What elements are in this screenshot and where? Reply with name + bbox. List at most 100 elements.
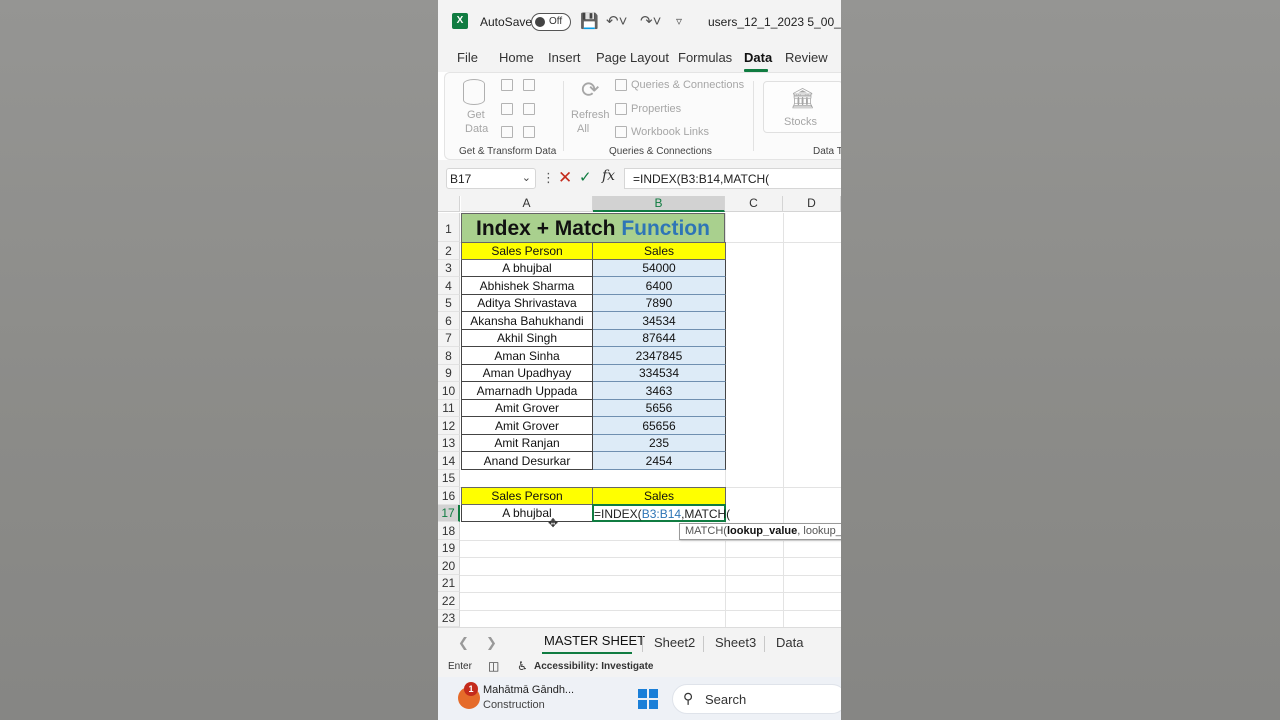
queries-connections-button[interactable]: Queries & Connections [631, 79, 744, 91]
row-header[interactable]: 18 [438, 522, 460, 540]
queries-icon[interactable] [615, 79, 627, 91]
customize-toolbar-icon[interactable]: ▿ [676, 14, 682, 28]
cell-name[interactable]: Aman Upadhyay [461, 365, 593, 382]
from-web-icon[interactable] [501, 103, 513, 115]
row-header[interactable]: 19 [438, 540, 460, 557]
cell-sales[interactable]: 2454 [593, 452, 726, 470]
cell-sales[interactable]: 54000 [593, 260, 726, 277]
get-data-label-2[interactable]: Data [465, 123, 488, 135]
chevron-left-icon[interactable]: ❮ [458, 635, 469, 651]
row-header-selected[interactable]: 17 [438, 505, 460, 522]
row-header[interactable]: 12 [438, 417, 460, 435]
existing-connections-icon[interactable] [523, 103, 535, 115]
column-header-c[interactable]: C [725, 196, 783, 212]
cell-sales[interactable]: 5656 [593, 400, 726, 417]
chevron-down-icon[interactable]: ⌄ [522, 171, 531, 184]
tab-insert[interactable]: Insert [548, 50, 581, 65]
row-header[interactable]: 4 [438, 277, 460, 295]
chevron-right-icon[interactable]: ❯ [486, 635, 497, 651]
windows-start-icon[interactable] [638, 689, 658, 709]
row-header[interactable]: 14 [438, 452, 460, 470]
properties-icon[interactable] [615, 103, 627, 115]
function-tooltip[interactable]: MATCH(lookup_value, lookup_a [679, 523, 841, 540]
column-header-d[interactable]: D [783, 196, 841, 212]
row-header[interactable]: 8 [438, 347, 460, 365]
redo-icon[interactable]: ↷˅ [640, 12, 661, 30]
select-all-corner[interactable] [438, 196, 460, 212]
lookup-value-cell[interactable]: A bhujbal [461, 505, 593, 522]
cell-name[interactable]: Aman Sinha [461, 347, 593, 365]
stocks-button[interactable]: 🏛 Stocks [763, 81, 841, 133]
cell-name[interactable]: Akhil Singh [461, 330, 593, 347]
refresh-label-2[interactable]: All [577, 123, 589, 135]
cell-name[interactable]: A bhujbal [461, 260, 593, 277]
cell-name[interactable]: Aditya Shrivastava [461, 295, 593, 312]
tab-data[interactable]: Data [744, 50, 772, 65]
tab-master-sheet[interactable]: MASTER SHEET [544, 633, 645, 648]
cell-name[interactable]: Anand Desurkar [461, 452, 593, 470]
news-headline[interactable]: Mahātmā Gāndh... [483, 684, 574, 696]
formula-input[interactable]: =INDEX(B3:B14,MATCH( [624, 168, 841, 189]
row-header[interactable]: 11 [438, 400, 460, 417]
cell-sales[interactable]: 87644 [593, 330, 726, 347]
cell-sales[interactable]: 65656 [593, 417, 726, 435]
row-header[interactable]: 5 [438, 295, 460, 312]
lookup-header-sales-person[interactable]: Sales Person [461, 487, 593, 505]
title-cell[interactable]: Index + Match Function [461, 213, 725, 242]
tab-sheet3[interactable]: Sheet3 [715, 635, 756, 650]
macro-record-icon[interactable]: ◫ [488, 659, 499, 673]
tab-file[interactable]: File [457, 50, 478, 65]
get-data-label-1[interactable]: Get [467, 109, 485, 121]
enter-icon[interactable]: ✓ [579, 168, 592, 186]
row-header[interactable]: 6 [438, 312, 460, 330]
row-header[interactable]: 21 [438, 575, 460, 592]
header-cell-sales[interactable]: Sales [592, 242, 726, 260]
tab-home[interactable]: Home [499, 50, 534, 65]
tab-sheet2[interactable]: Sheet2 [654, 635, 695, 650]
from-picture-icon[interactable] [523, 126, 535, 138]
header-cell-sales-person[interactable]: Sales Person [461, 242, 593, 260]
row-header[interactable]: 15 [438, 470, 460, 487]
cell-sales[interactable]: 235 [593, 435, 726, 452]
cell-sales[interactable]: 7890 [593, 295, 726, 312]
cell-name[interactable]: Akansha Bahukhandi [461, 312, 593, 330]
tab-formulas[interactable]: Formulas [678, 50, 732, 65]
row-header[interactable]: 3 [438, 260, 460, 277]
row-header[interactable]: 7 [438, 330, 460, 347]
row-header[interactable]: 22 [438, 592, 460, 610]
recent-sources-icon[interactable] [523, 79, 535, 91]
save-icon[interactable]: 💾 [580, 12, 599, 30]
from-text-icon[interactable] [501, 79, 513, 91]
active-cell-b17[interactable]: =INDEX(B3:B14,MATCH( [592, 504, 730, 522]
refresh-icon[interactable]: ⟳ [581, 77, 599, 103]
lookup-header-sales[interactable]: Sales [592, 487, 726, 505]
row-header[interactable]: 20 [438, 557, 460, 575]
tab-review[interactable]: Review [785, 50, 828, 65]
workbook-links-button[interactable]: Workbook Links [631, 126, 709, 138]
undo-icon[interactable]: ↶˅ [606, 12, 627, 30]
cell-sales[interactable]: 2347845 [593, 347, 726, 365]
cell-name[interactable]: Amit Grover [461, 400, 593, 417]
row-header[interactable]: 16 [438, 487, 460, 505]
row-header[interactable]: 2 [438, 242, 460, 260]
cell-name[interactable]: Amit Grover [461, 417, 593, 435]
insert-function-icon[interactable]: fx [602, 168, 615, 184]
tab-data-sheet[interactable]: Data [776, 635, 803, 650]
row-header[interactable]: 10 [438, 382, 460, 400]
column-header-b[interactable]: B [593, 196, 725, 212]
accessibility-status[interactable]: Accessibility: Investigate [534, 661, 654, 672]
from-table-icon[interactable] [501, 126, 513, 138]
row-header[interactable]: 1 [438, 213, 460, 242]
cell-name[interactable]: Abhishek Sharma [461, 277, 593, 295]
cell-sales[interactable]: 334534 [593, 365, 726, 382]
properties-button[interactable]: Properties [631, 103, 681, 115]
cell-sales[interactable]: 3463 [593, 382, 726, 400]
tab-page-layout[interactable]: Page Layout [596, 50, 669, 65]
row-header[interactable]: 13 [438, 435, 460, 452]
refresh-label-1[interactable]: Refresh [571, 109, 610, 121]
cell-name[interactable]: Amarnadh Uppada [461, 382, 593, 400]
autosave-toggle[interactable]: Off [531, 13, 571, 31]
cell-sales[interactable]: 34534 [593, 312, 726, 330]
cell-sales[interactable]: 6400 [593, 277, 726, 295]
cell-name[interactable]: Amit Ranjan [461, 435, 593, 452]
